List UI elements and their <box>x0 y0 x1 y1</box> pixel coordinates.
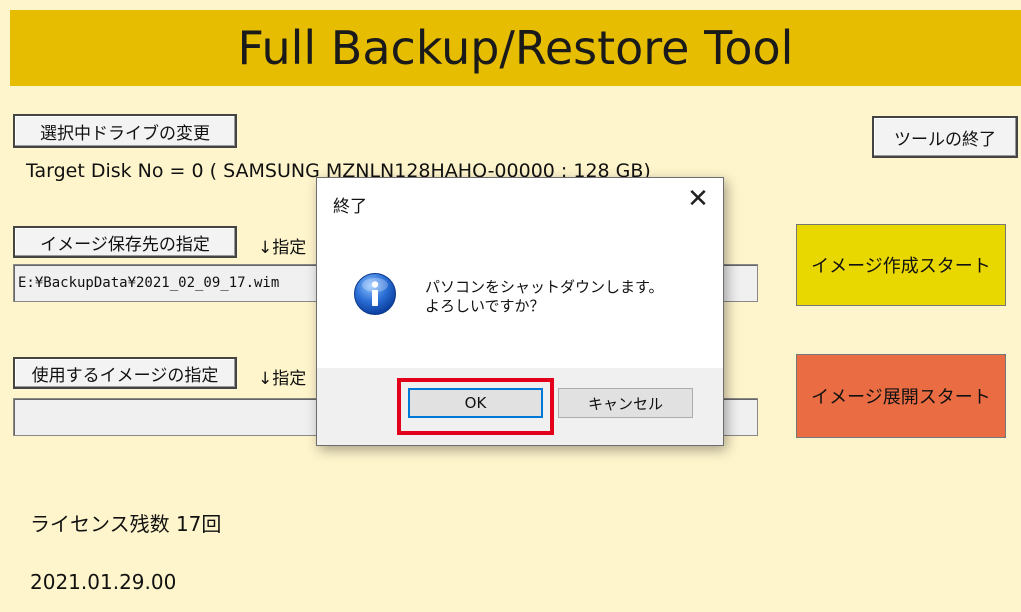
change-drive-button[interactable]: 選択中ドライブの変更 <box>13 114 237 148</box>
information-icon <box>354 273 396 315</box>
cancel-button[interactable]: キャンセル <box>558 388 693 418</box>
use-image-hint: ↓指定 <box>258 369 307 389</box>
license-remaining: ライセンス残数 17回 <box>30 512 222 536</box>
image-save-dest-button[interactable]: イメージ保存先の指定 <box>13 226 237 258</box>
image-restore-start-button[interactable]: イメージ展開スタート <box>796 354 1006 438</box>
ok-button-highlight <box>397 378 554 435</box>
image-create-start-button[interactable]: イメージ作成スタート <box>796 224 1006 306</box>
dialog-message: パソコンをシャットダウンします。 よろしいですか？ <box>425 278 664 316</box>
close-icon[interactable]: ✕ <box>681 182 715 216</box>
app-title: Full Backup/Restore Tool <box>237 21 794 75</box>
dialog-title: 終了 <box>333 197 367 217</box>
use-image-button[interactable]: 使用するイメージの指定 <box>13 357 237 389</box>
save-dest-hint: ↓指定 <box>258 238 307 258</box>
dialog-message-line1: パソコンをシャットダウンします。 <box>425 278 664 296</box>
exit-tool-button[interactable]: ツールの終了 <box>872 116 1018 158</box>
version-label: 2021.01.29.00 <box>30 570 177 594</box>
app-title-bar: Full Backup/Restore Tool <box>10 10 1021 86</box>
dialog-message-line2: よろしいですか？ <box>425 297 545 315</box>
